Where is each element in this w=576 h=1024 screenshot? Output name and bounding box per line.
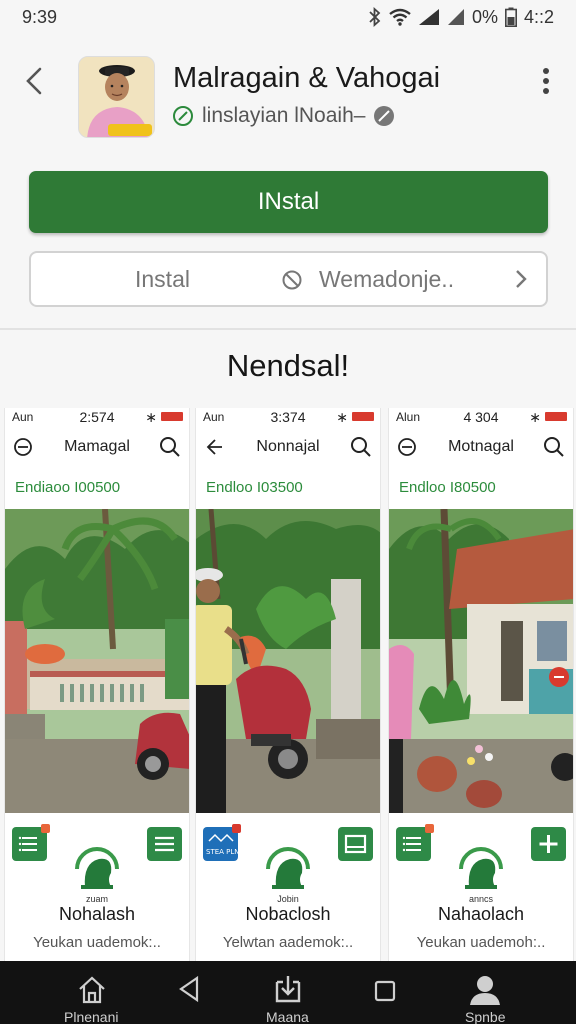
nav-recents[interactable] — [373, 961, 397, 1024]
garden-photo — [5, 509, 189, 813]
app-icon-thumbnail — [78, 56, 155, 138]
app-icon-photo — [79, 57, 154, 137]
mini-nav-bar: Nonnajal — [196, 432, 380, 462]
app-title: Malragain & Vahogai — [173, 62, 441, 94]
mini-battery-icon — [161, 412, 183, 421]
download-icon[interactable] — [274, 974, 302, 1004]
signal-icon — [418, 9, 439, 25]
status-clock-right: 4::2 — [523, 6, 554, 27]
mini-green-text: Endiaoo I00500 — [15, 479, 121, 496]
status-bar: 9:39 0% 4::2 — [0, 0, 576, 34]
screenshot-card[interactable]: Aun 3:374 ∗ Nonnajal Endloo I03500 STEA … — [195, 408, 381, 964]
app-subtitle: linslayian lNoaih– — [202, 104, 366, 127]
card-app-name: Nobaclosh — [245, 904, 331, 924]
logo-caption: zuam — [85, 894, 108, 904]
list-tile-icon — [396, 824, 434, 861]
chevron-right-icon[interactable] — [513, 268, 529, 290]
verified-check-icon — [173, 106, 193, 126]
brand-logo-icon — [459, 847, 503, 889]
menu-tile-icon — [147, 827, 182, 861]
block-circle-icon — [282, 270, 302, 290]
nav-home[interactable]: Plnenani — [60, 961, 126, 1024]
search-icon — [160, 437, 180, 457]
app-subtitle-row: linslayian lNoaih– — [172, 104, 395, 128]
mini-nav-bar: Motnagal — [389, 432, 573, 462]
bottom-navigation: Plnenani Maana Spnbe — [0, 961, 576, 1024]
profile-icon[interactable] — [468, 974, 502, 1006]
app-details-page: 9:39 0% 4::2 Malragain & Vahogai linslay… — [0, 0, 576, 1024]
notification-dot — [425, 824, 434, 833]
nav-profile-label[interactable]: Spnbe — [465, 1009, 505, 1024]
section-title: Nendsal! — [226, 348, 350, 383]
battery-icon — [504, 7, 517, 27]
brand-logo-icon — [266, 847, 310, 889]
logo-caption: Jobin — [277, 894, 299, 904]
mini-status-bar: Alun 4 304 ∗ — [389, 408, 573, 426]
install-button[interactable]: INstal — [29, 171, 548, 233]
section-divider — [0, 328, 576, 330]
mini-green-text: Endloo I80500 — [399, 479, 496, 496]
window-tile-icon — [338, 827, 373, 861]
mini-battery-icon — [545, 412, 567, 421]
more-options-icon[interactable] — [538, 66, 554, 96]
card-app-name: Nahaolach — [437, 904, 525, 924]
list-tile-icon — [12, 824, 50, 861]
card-info: STEA PLN Jobin Nobaclosh Yelwtan aademok… — [196, 813, 380, 964]
secondary-right-label[interactable]: Wemadonje.. — [319, 266, 454, 293]
man-scooter-photo — [196, 509, 380, 813]
nav-back[interactable] — [176, 961, 202, 1024]
wifi-icon — [389, 8, 411, 26]
mini-bluetooth-icon: ∗ — [336, 409, 348, 425]
notification-dot — [232, 824, 241, 833]
card-app-desc: Yelwtan aademok:.. — [222, 934, 354, 951]
promo-tile-icon: STEA PLN — [203, 824, 241, 861]
logo-caption: anncs — [468, 894, 494, 904]
battery-percent: 0% — [471, 6, 498, 27]
nav-downloads-label[interactable]: Maana — [266, 1009, 309, 1024]
tile-text: STEA PLN — [206, 848, 238, 856]
secondary-left-label[interactable]: Instal — [135, 266, 190, 293]
mini-bluetooth-icon: ∗ — [145, 409, 157, 425]
signal-icon-2 — [447, 9, 464, 25]
mini-bluetooth-icon: ∗ — [529, 409, 541, 425]
card-info: zuam Nohalash Yeukan uademok:.. — [5, 813, 189, 964]
house-garden-photo — [389, 509, 573, 813]
status-icons: 0% 4::2 — [368, 7, 554, 28]
card-info: anncs Nahaolach Yeukan uademoh:.. — [389, 813, 573, 964]
mini-green-text: Endloo I03500 — [206, 479, 303, 496]
brand-logo-icon — [75, 847, 119, 889]
nav-home-label[interactable]: Plnenani — [64, 1009, 119, 1024]
add-tile-icon — [531, 827, 566, 861]
search-icon — [351, 437, 371, 457]
nav-downloads[interactable]: Maana — [262, 961, 314, 1024]
mini-nav-bar: Mamagal — [5, 432, 189, 462]
mini-battery-icon — [352, 412, 374, 421]
search-icon — [544, 437, 564, 457]
status-time: 9:39 — [22, 6, 58, 27]
bluetooth-icon — [369, 7, 381, 27]
card-app-desc: Yeukan uademok:.. — [33, 934, 161, 951]
notification-dot — [41, 824, 50, 833]
back-arrow-icon[interactable] — [22, 66, 50, 96]
back-triangle-icon[interactable] — [177, 975, 201, 1003]
mini-status-bar: Aun 3:374 ∗ — [196, 408, 380, 426]
nav-profile[interactable]: Spnbe — [462, 961, 510, 1024]
blocked-icon — [374, 106, 395, 126]
screenshot-card[interactable]: Aun 2:574 ∗ Mamagal Endiaoo I00500 zuam … — [4, 408, 190, 964]
home-icon[interactable] — [77, 975, 107, 1005]
card-app-name: Nohalash — [58, 904, 136, 924]
screenshot-card[interactable]: Alun 4 304 ∗ Motnagal Endloo I80500 annc… — [388, 408, 574, 964]
card-app-desc: Yeukan uademoh:.. — [416, 934, 546, 951]
secondary-action-button[interactable]: Instal Wemadonje.. — [29, 251, 548, 307]
mini-status-bar: Aun 2:574 ∗ — [5, 408, 189, 426]
recents-square-icon[interactable] — [374, 980, 396, 1002]
